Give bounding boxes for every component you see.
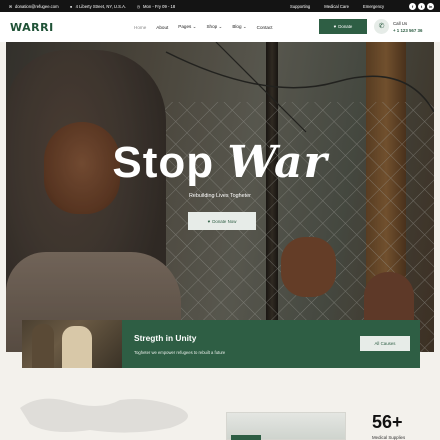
chevron-down-icon: ⌄ — [192, 24, 197, 29]
nav-menu: Home About Pages ⌄ Shop ⌄ Blog ⌄ Contact — [134, 12, 273, 42]
topbar-email-text[interactable]: donation@refugee.com — [15, 4, 59, 9]
phone-icon[interactable]: ✆ — [374, 19, 389, 34]
linkedin-icon[interactable]: in — [427, 2, 434, 10]
nav-item-shop[interactable]: Shop ⌄ — [206, 24, 222, 30]
social-links: f t in — [409, 0, 434, 12]
all-causes-button[interactable]: All Causes — [360, 336, 410, 351]
topbar-link-supporting[interactable]: Supporting — [290, 4, 310, 9]
nav-item-shop-label: Shop — [206, 24, 218, 29]
hero-title: Stop War — [6, 137, 434, 188]
photo-accent-bar — [231, 435, 261, 440]
nav-item-about[interactable]: About — [156, 25, 168, 30]
topbar-hours-text: Mon - Fry 09 - 18 — [143, 3, 176, 9]
donate-now-button[interactable]: ♥ Donate Now — [188, 212, 256, 230]
call-us-label: Call Us — [393, 21, 408, 26]
strength-in-unity-card: Stregth in Unity Togheter we empower ref… — [22, 320, 420, 368]
card-subtitle: Togheter we empower refugees to rebuilt … — [134, 350, 226, 355]
hero-title-stop: Stop — [112, 138, 215, 187]
nav-item-blog-label: Blog — [232, 24, 242, 29]
nav-item-blog[interactable]: Blog ⌄ — [232, 24, 246, 30]
clock-icon: ◷ — [136, 3, 141, 9]
top-info-bar: ✉ donation@refugee.com ● 4 Liberty Stree… — [0, 0, 440, 12]
stat-number: 56+ — [372, 412, 403, 432]
topbar-hours: ◷ Mon - Fry 09 - 18 — [136, 4, 175, 9]
nav-item-contact[interactable]: Contact — [257, 25, 273, 30]
stat-label: Medical Supplies — [372, 435, 406, 440]
topbar-address: ● 4 Liberty Street, NY, U.S.A. — [69, 4, 126, 9]
hero-title-war: War — [227, 137, 328, 188]
call-us-block: Call Us + 1 123 567 36 — [393, 20, 422, 34]
location-icon: ● — [69, 3, 73, 9]
nav-item-pages-label: Pages — [178, 24, 192, 29]
donate-button-label: Donate — [338, 24, 353, 29]
card-photo — [22, 320, 122, 368]
topbar-email[interactable]: ✉ donation@refugee.com — [8, 4, 59, 9]
nav-item-pages[interactable]: Pages ⌄ — [178, 24, 196, 30]
donate-button[interactable]: ♥ Donate — [319, 19, 367, 34]
card-photo-figure — [32, 324, 54, 368]
stats-photo — [226, 412, 346, 440]
main-nav: WARRI Home About Pages ⌄ Shop ⌄ Blog ⌄ C… — [0, 12, 440, 42]
hero-subtitle: Rebuilding Lives Togheter — [189, 193, 251, 199]
stats-section: 56+ Medical Supplies — [0, 378, 440, 440]
chevron-down-icon: ⌄ — [218, 24, 223, 29]
site-logo[interactable]: WARRI — [10, 21, 54, 34]
facebook-icon[interactable]: f — [409, 2, 416, 10]
nav-item-home[interactable]: Home — [134, 25, 146, 30]
hero-banner: Stop War Rebuilding Lives Togheter ♥ Don… — [6, 42, 434, 352]
topbar-link-emergency[interactable]: Emergency — [363, 4, 384, 9]
card-title: Stregth in Unity — [134, 333, 197, 343]
email-icon: ✉ — [8, 3, 13, 9]
topbar-link-medical-care[interactable]: Medical Care — [324, 4, 349, 9]
donate-icon: ♥ — [333, 24, 337, 29]
donate-now-label: Donate Now — [212, 218, 237, 224]
donate-icon: ♥ — [207, 218, 211, 224]
topbar-address-text: 4 Liberty Street, NY, U.S.A. — [75, 3, 127, 9]
chevron-down-icon: ⌄ — [242, 24, 247, 29]
topbar-links: Supporting Medical Care Emergency — [290, 0, 384, 12]
world-map-watermark — [20, 398, 188, 433]
phone-number[interactable]: + 1 123 567 36 — [393, 27, 422, 34]
twitter-icon[interactable]: t — [418, 2, 425, 10]
card-photo-figure — [62, 326, 92, 368]
